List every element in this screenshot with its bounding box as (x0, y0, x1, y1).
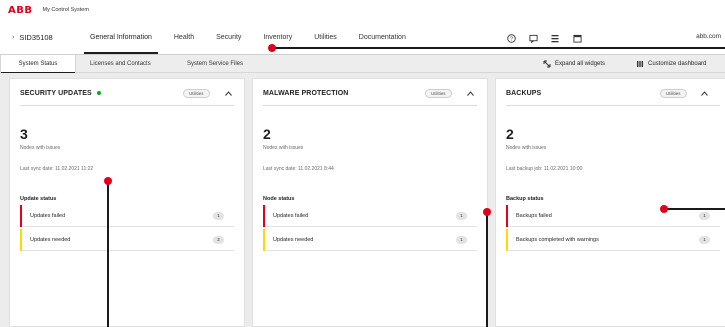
subtab-licenses-and-contacts[interactable]: Licenses and Contacts (90, 55, 151, 73)
chevron-right-icon: › (12, 33, 15, 41)
status-row[interactable]: Updates needed 2 (20, 228, 234, 251)
status-row-label: Updates failed (30, 212, 66, 219)
backups-widget: BACKUPS Utilities 2 Nodes with issues La… (495, 78, 725, 327)
widget-title: SECURITY UPDATES (20, 89, 92, 97)
status-section-title: Backup status (506, 196, 544, 202)
svg-text:?: ? (510, 36, 513, 42)
error-indicator-bar (20, 204, 22, 227)
main-nav: › SID35108 General Information Health Se… (0, 20, 725, 55)
collapse-chevron-icon[interactable] (700, 89, 708, 97)
utilities-link-button[interactable]: Utilities (660, 89, 687, 98)
status-row-label: Backups failed (516, 212, 552, 219)
app-title: My Control System (42, 7, 89, 13)
last-backup-text: Last backup job: 11.02.2021 10:00 (506, 166, 583, 172)
last-sync-text: Last sync date: 11.02.2021 8:44 (263, 166, 334, 172)
status-row-count: 1 (699, 211, 710, 220)
warning-indicator-bar (263, 228, 265, 251)
breadcrumb[interactable]: › SID35108 (0, 33, 80, 42)
expand-all-widgets-button[interactable]: Expand all widgets (543, 55, 605, 73)
status-section-title: Node status (263, 196, 295, 202)
collapse-chevron-icon[interactable] (466, 89, 474, 97)
expand-all-widgets-label: Expand all widgets (555, 61, 606, 67)
last-sync-text: Last sync date: 11.02.2021 11:22 (20, 166, 94, 172)
issue-count-label: Nodes with issues (20, 145, 61, 151)
status-row-count: 1 (456, 211, 467, 220)
widget-title: BACKUPS (506, 89, 542, 97)
error-indicator-bar (263, 204, 265, 227)
widget-divider (506, 105, 720, 106)
widget-divider (263, 105, 477, 106)
abb-logo[interactable]: ABB (8, 5, 32, 16)
error-indicator-bar (506, 204, 508, 227)
widget-title: MALWARE PROTECTION (263, 89, 349, 97)
breadcrumb-system-id[interactable]: SID35108 (19, 33, 52, 42)
utilities-link-button[interactable]: Utilities (425, 89, 452, 98)
malware-protection-widget: MALWARE PROTECTION Utilities 2 Nodes wit… (252, 78, 488, 327)
tab-security[interactable]: Security (216, 20, 241, 54)
status-row[interactable]: Updates failed 1 (263, 204, 477, 227)
warning-indicator-bar (20, 228, 22, 251)
callout-marker-nav (268, 44, 276, 52)
callout-line-backup-status (664, 208, 725, 210)
issue-count: 2 (263, 126, 271, 142)
issue-count-label: Nodes with issues (506, 145, 547, 151)
help-icon[interactable]: ? (505, 32, 517, 44)
tab-health[interactable]: Health (174, 20, 194, 54)
status-row-label: Updates failed (273, 212, 309, 219)
customize-icon (637, 61, 643, 67)
callout-line-nav (272, 47, 725, 49)
security-updates-widget: SECURITY UPDATES Utilities 3 Nodes with … (9, 78, 245, 327)
widget-header: BACKUPS (506, 85, 720, 101)
customize-dashboard-label: Customize dashboard (648, 61, 707, 67)
callout-marker-backup-status (660, 205, 668, 213)
customize-dashboard-button[interactable]: Customize dashboard (636, 55, 706, 73)
tab-general-information[interactable]: General Information (84, 20, 158, 54)
issue-count: 2 (506, 126, 514, 142)
menu-icon[interactable] (549, 32, 561, 44)
issue-count-label: Nodes with issues (263, 145, 304, 151)
status-row-label: Backups completed with warnings (516, 236, 599, 243)
status-row-count: 1 (213, 211, 224, 220)
sub-toolbar: System Status Licenses and Contacts Syst… (0, 55, 725, 74)
calendar-icon[interactable] (571, 32, 583, 44)
subtab-system-service-files[interactable]: System Service Files (187, 55, 243, 73)
callout-line-node-status (486, 212, 488, 327)
status-row-count: 1 (456, 235, 467, 244)
status-row-label: Updates needed (30, 236, 71, 243)
status-indicator-dot (96, 91, 101, 95)
status-row[interactable]: Updates needed 1 (263, 228, 477, 251)
utilities-link-button[interactable]: Utilities (183, 89, 210, 98)
status-row[interactable]: Backups completed with warnings 1 (506, 228, 720, 251)
warning-indicator-bar (506, 228, 508, 251)
status-row-count: 2 (213, 235, 224, 244)
status-section-title: Update status (20, 196, 57, 202)
status-row[interactable]: Updates failed 1 (20, 204, 234, 227)
user-domain[interactable]: abb.com (696, 33, 721, 40)
subtab-system-status[interactable]: System Status (0, 55, 76, 74)
callout-marker-node-status (483, 208, 491, 216)
widget-divider (20, 105, 234, 106)
collapse-chevron-icon[interactable] (224, 89, 232, 97)
expand-icon (543, 60, 551, 68)
callout-marker-update-status (104, 177, 112, 185)
status-row-label: Updates needed (273, 236, 314, 243)
title-bar: ABB My Control System (0, 0, 725, 20)
callout-line-update-status (107, 181, 109, 327)
issue-count: 3 (20, 126, 28, 142)
chat-icon[interactable] (527, 32, 539, 44)
status-row-count: 1 (699, 235, 710, 244)
